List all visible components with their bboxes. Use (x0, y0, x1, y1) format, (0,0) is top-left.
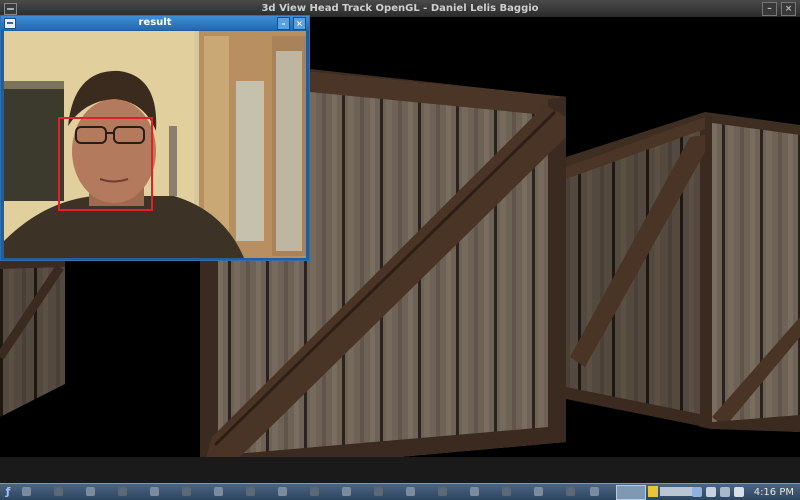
main-window-title: 3d View Head Track OpenGL - Daniel Lelis… (261, 3, 539, 14)
taskbar-item[interactable] (502, 487, 511, 496)
taskbar-active-window[interactable] (616, 485, 646, 500)
taskbar-item[interactable] (54, 487, 63, 496)
taskbar-item[interactable] (374, 487, 383, 496)
system-tray: 4:16 PM (691, 484, 800, 500)
notes-icon[interactable] (648, 486, 658, 497)
crate-right (566, 112, 800, 432)
clock[interactable]: 4:16 PM (754, 487, 794, 498)
taskbar-item[interactable] (566, 487, 575, 496)
taskbar-item[interactable] (86, 487, 95, 496)
taskbar-item[interactable] (278, 487, 287, 496)
bluetooth-icon[interactable] (691, 487, 702, 497)
window-menu-icon[interactable] (4, 3, 17, 15)
webcam-frame (4, 31, 306, 258)
taskbar-item[interactable] (590, 487, 599, 496)
webcam-image (4, 31, 306, 258)
minimize-icon[interactable]: – (277, 17, 290, 30)
close-icon[interactable]: × (781, 2, 796, 16)
taskbar-item[interactable] (310, 487, 319, 496)
taskbar: ƒ 4:16 PM (0, 457, 800, 500)
taskbar-item[interactable] (438, 487, 447, 496)
window-menu-icon[interactable] (4, 18, 16, 29)
taskbar-item[interactable] (118, 487, 127, 496)
taskbar-item[interactable] (470, 487, 479, 496)
main-window-controls: – × (762, 2, 796, 16)
taskbar-item[interactable] (150, 487, 159, 496)
result-window-title-bar[interactable]: result – × (1, 16, 309, 30)
taskbar-item[interactable] (22, 487, 31, 496)
crate-left (0, 260, 65, 417)
battery-icon[interactable] (733, 487, 744, 497)
taskbar-item[interactable] (406, 487, 415, 496)
close-icon[interactable]: × (293, 17, 306, 30)
result-window-controls: – × (277, 17, 306, 30)
taskbar-item[interactable] (182, 487, 191, 496)
minimize-icon[interactable]: – (762, 2, 777, 16)
result-window-title: result (138, 17, 172, 28)
start-icon[interactable]: ƒ (2, 485, 14, 498)
network-icon[interactable] (705, 487, 716, 497)
result-window[interactable]: result – × (0, 15, 310, 261)
taskbar-item[interactable] (534, 487, 543, 496)
taskbar-item[interactable] (214, 487, 223, 496)
taskbar-strip: ƒ 4:16 PM (0, 483, 800, 500)
volume-icon[interactable] (719, 487, 730, 497)
taskbar-item[interactable] (342, 487, 351, 496)
workspace-switcher[interactable] (660, 487, 694, 496)
taskbar-item[interactable] (246, 487, 255, 496)
